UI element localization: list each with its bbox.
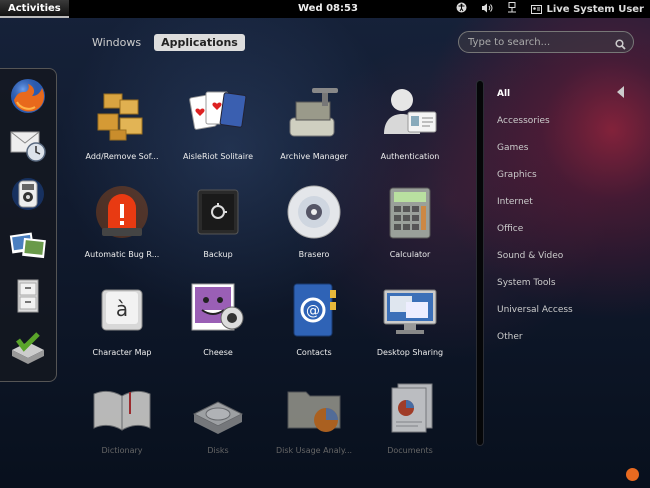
app-label: Character Map bbox=[92, 348, 152, 357]
search-box bbox=[458, 31, 634, 53]
svg-text:à: à bbox=[116, 297, 128, 321]
cd-icon bbox=[287, 185, 341, 239]
app-label: Automatic Bug R... bbox=[84, 250, 160, 259]
windows-tab[interactable]: Windows bbox=[85, 34, 148, 51]
app-label: Disk Usage Analy... bbox=[275, 446, 353, 455]
category-system-tools[interactable]: System Tools bbox=[497, 269, 637, 296]
app-disks[interactable]: Disks bbox=[170, 370, 266, 460]
app-contacts[interactable]: @ Contacts bbox=[266, 272, 362, 362]
app-label: Add/Remove Sof... bbox=[85, 152, 159, 161]
app-label: Desktop Sharing bbox=[376, 348, 444, 357]
install-icon[interactable] bbox=[7, 325, 49, 367]
dash bbox=[0, 68, 57, 382]
category-games[interactable]: Games bbox=[497, 134, 637, 161]
app-cheese[interactable]: Cheese bbox=[170, 272, 266, 362]
app-label: Documents bbox=[387, 446, 433, 455]
volume-icon[interactable] bbox=[481, 3, 493, 16]
selected-category-indicator bbox=[617, 86, 624, 98]
firefox-icon[interactable] bbox=[7, 75, 49, 117]
character-key-icon: à bbox=[101, 289, 143, 331]
app-calculator[interactable]: Calculator bbox=[362, 174, 458, 264]
category-graphics[interactable]: Graphics bbox=[497, 161, 637, 188]
user-menu[interactable]: Live System User bbox=[531, 4, 644, 15]
documents-icon bbox=[391, 383, 433, 433]
app-label: Contacts bbox=[296, 348, 332, 357]
package-boxes-icon bbox=[97, 93, 143, 141]
alarm-light-icon bbox=[96, 186, 148, 238]
open-book-icon bbox=[93, 390, 151, 431]
app-label: Backup bbox=[203, 250, 233, 259]
user-icon bbox=[531, 4, 543, 14]
notification-icon[interactable] bbox=[626, 468, 639, 481]
category-sound-video[interactable]: Sound & Video bbox=[497, 242, 637, 269]
app-label: Brasero bbox=[298, 250, 330, 259]
search-input[interactable] bbox=[468, 35, 608, 49]
accessibility-icon[interactable] bbox=[456, 2, 467, 16]
app-label: Dictionary bbox=[101, 446, 143, 455]
app-documents[interactable]: Documents bbox=[362, 370, 458, 460]
app-brasero[interactable]: Brasero bbox=[266, 174, 362, 264]
activities-button[interactable]: Activities bbox=[0, 0, 69, 18]
app-backup[interactable]: Backup bbox=[170, 174, 266, 264]
app-label: Archive Manager bbox=[280, 152, 348, 161]
category-other[interactable]: Other bbox=[497, 323, 637, 350]
app-label: AisleRiot Solitaire bbox=[182, 152, 254, 161]
disk-icon bbox=[192, 401, 244, 434]
evolution-icon[interactable] bbox=[7, 123, 49, 165]
archive-press-icon bbox=[289, 88, 338, 137]
user-name: Live System User bbox=[546, 3, 644, 15]
app-automatic-bug-reporting[interactable]: Automatic Bug R... bbox=[74, 174, 170, 264]
app-label: Cheese bbox=[203, 348, 233, 357]
network-icon[interactable] bbox=[507, 2, 517, 16]
monitor-icon bbox=[383, 289, 437, 334]
file-cabinet-icon[interactable] bbox=[7, 275, 49, 317]
shotwell-icon[interactable] bbox=[7, 223, 49, 265]
playing-cards-icon bbox=[189, 91, 247, 130]
top-bar: Activities Wed 08:53 Live System User bbox=[0, 0, 650, 18]
applications-tab[interactable]: Applications bbox=[154, 34, 245, 51]
app-aisleriot-solitaire[interactable]: AisleRiot Solitaire bbox=[170, 76, 266, 166]
category-accessories[interactable]: Accessories bbox=[497, 107, 637, 134]
app-dictionary[interactable]: Dictionary bbox=[74, 370, 170, 460]
calculator-icon bbox=[389, 187, 431, 239]
webcam-icon bbox=[191, 283, 244, 331]
app-disk-usage-analyzer[interactable]: Disk Usage Analy... bbox=[266, 370, 362, 460]
category-internet[interactable]: Internet bbox=[497, 188, 637, 215]
app-archive-manager[interactable]: Archive Manager bbox=[266, 76, 362, 166]
clock[interactable]: Wed 08:53 bbox=[298, 3, 358, 14]
category-office[interactable]: Office bbox=[497, 215, 637, 242]
scrollbar-thumb[interactable] bbox=[477, 81, 483, 445]
safe-icon bbox=[197, 189, 239, 235]
search-icon[interactable] bbox=[615, 35, 626, 54]
category-all[interactable]: All bbox=[497, 80, 637, 107]
category-universal-access[interactable]: Universal Access bbox=[497, 296, 637, 323]
view-selector: Windows Applications bbox=[85, 34, 245, 51]
app-desktop-sharing[interactable]: Desktop Sharing bbox=[362, 272, 458, 362]
app-grid-scrollbar[interactable] bbox=[476, 80, 484, 446]
folder-pie-icon bbox=[287, 391, 341, 432]
svg-text:@: @ bbox=[306, 303, 320, 319]
app-character-map[interactable]: à Character Map bbox=[74, 272, 170, 362]
app-grid: Add/Remove Sof... AisleRiot Solitaire Ar… bbox=[78, 68, 468, 455]
address-book-icon: @ bbox=[293, 283, 336, 337]
app-label: Calculator bbox=[389, 250, 431, 259]
app-authentication[interactable]: Authentication bbox=[362, 76, 458, 166]
app-add-remove-software[interactable]: Add/Remove Sof... bbox=[74, 76, 170, 166]
system-tray: Live System User bbox=[456, 0, 644, 18]
category-list: All Accessories Games Graphics Internet … bbox=[497, 80, 637, 350]
id-card-icon bbox=[384, 89, 437, 134]
app-label: Disks bbox=[207, 446, 229, 455]
rhythmbox-icon[interactable] bbox=[7, 173, 49, 215]
app-label: Authentication bbox=[380, 152, 440, 161]
